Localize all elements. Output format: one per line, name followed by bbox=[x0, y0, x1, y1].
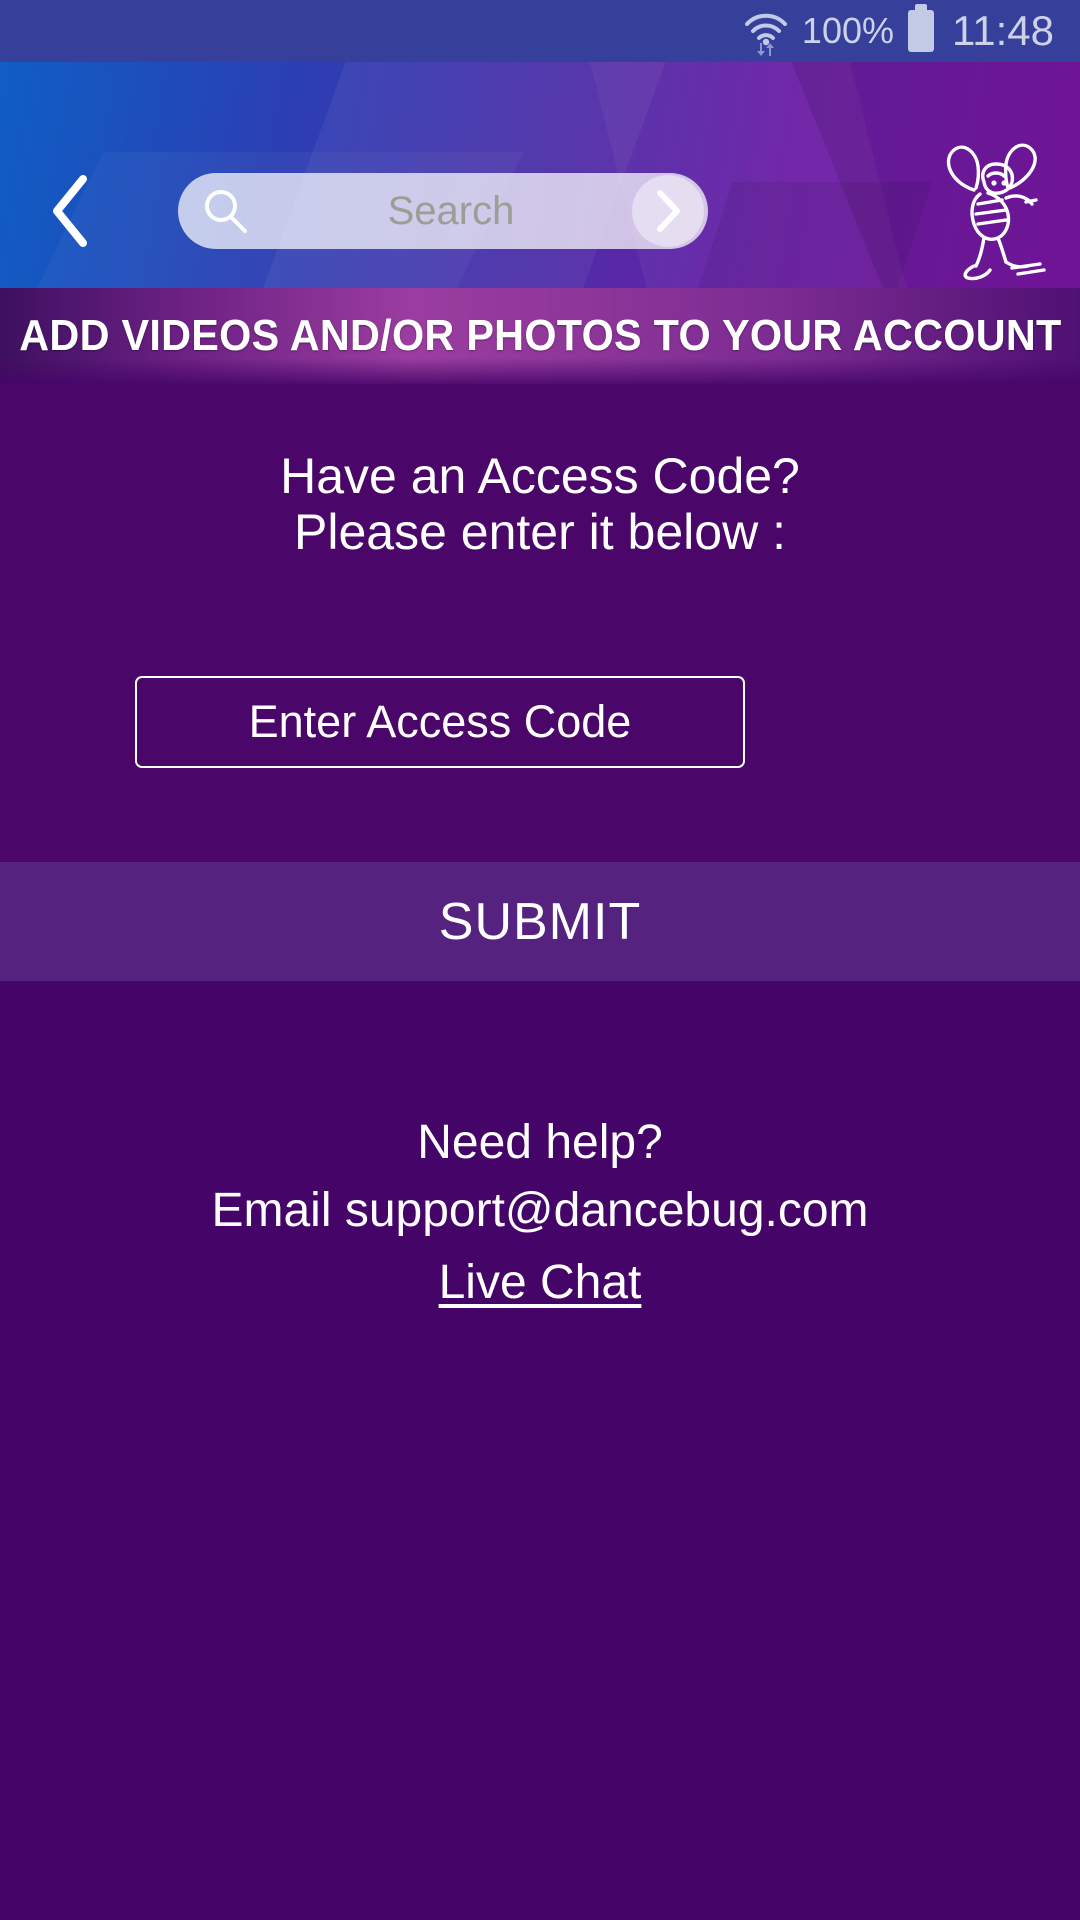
wifi-icon bbox=[742, 8, 790, 56]
help-section: Need help? Email support@dancebug.com Li… bbox=[0, 981, 1080, 1920]
status-bar-clock: 11:48 bbox=[952, 7, 1054, 54]
status-bar: 100% 11:48 bbox=[0, 0, 1080, 62]
help-email-line: Email support@dancebug.com bbox=[211, 1184, 869, 1238]
prompt-line-2: Please enter it below : bbox=[294, 504, 786, 560]
access-code-section: Have an Access Code? Please enter it bel… bbox=[0, 384, 1080, 862]
app-screen: 100% 11:48 Search ADD VIDEOS AND/OR PHOT… bbox=[0, 0, 1080, 1920]
app-header: Search bbox=[0, 62, 1080, 288]
search-bar[interactable]: Search bbox=[178, 173, 708, 249]
banner-title: ADD VIDEOS AND/OR PHOTOS TO YOUR ACCOUNT bbox=[18, 311, 1062, 360]
submit-button-label: SUBMIT bbox=[438, 892, 642, 951]
battery-percent-label: 100% bbox=[801, 10, 894, 51]
page-banner: ADD VIDEOS AND/OR PHOTOS TO YOUR ACCOUNT bbox=[0, 288, 1080, 384]
back-button[interactable] bbox=[34, 164, 110, 258]
live-chat-link[interactable]: Live Chat bbox=[439, 1255, 642, 1310]
chevron-left-icon bbox=[53, 175, 87, 247]
chevron-right-icon bbox=[657, 190, 680, 232]
prompt-line-1: Have an Access Code? bbox=[280, 448, 800, 504]
dancebug-bee-logo bbox=[928, 138, 1058, 286]
access-code-input[interactable] bbox=[135, 676, 745, 768]
search-icon bbox=[200, 186, 250, 236]
access-code-prompt: Have an Access Code? Please enter it bel… bbox=[0, 448, 1080, 560]
search-submit-button[interactable] bbox=[632, 175, 704, 247]
help-heading: Need help? bbox=[417, 1116, 663, 1169]
submit-button[interactable]: SUBMIT bbox=[0, 862, 1080, 981]
battery-full-icon bbox=[908, 4, 934, 52]
